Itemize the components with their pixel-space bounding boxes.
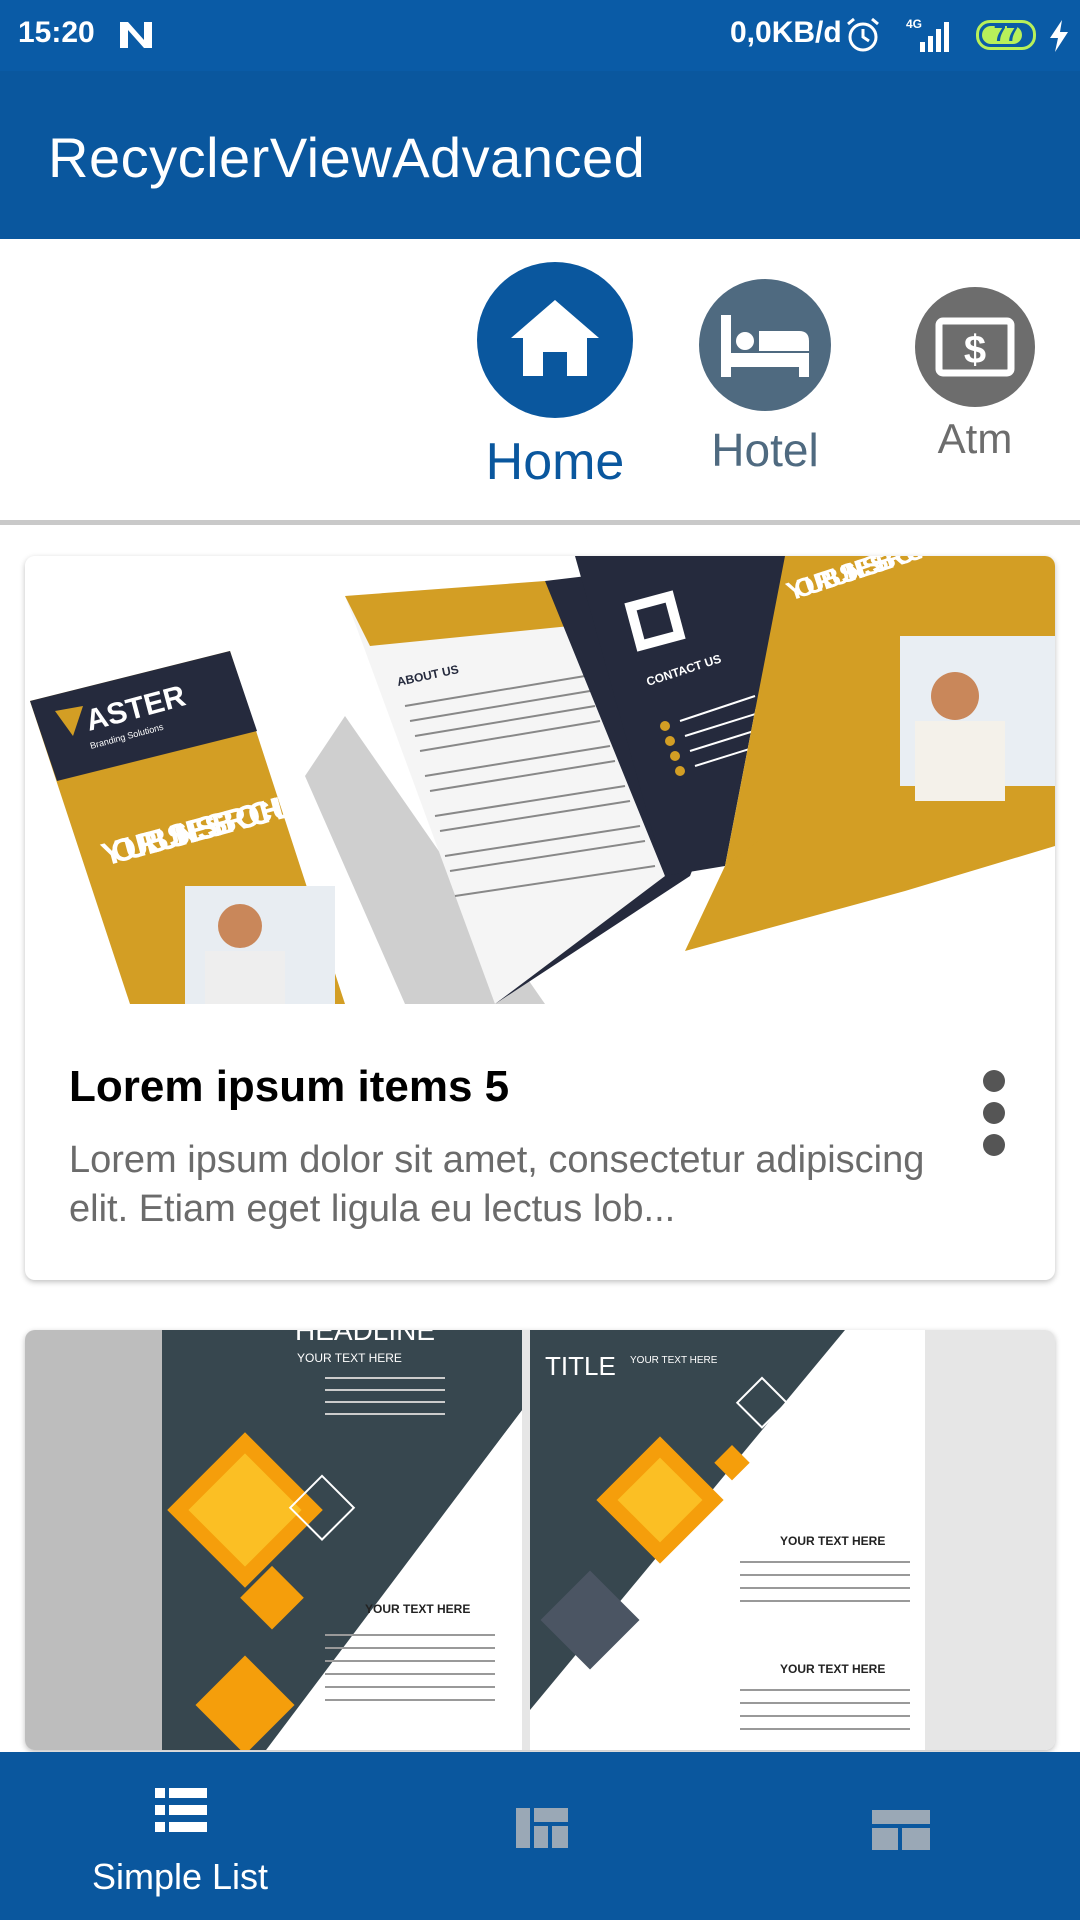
overflow-menu-icon[interactable]	[977, 1070, 1011, 1160]
nav-grid[interactable]	[460, 1752, 620, 1920]
category-home[interactable]: Home	[470, 262, 640, 492]
nav-staggered[interactable]	[820, 1752, 980, 1920]
brochure-section-c: YOUR TEXT HERE	[780, 1662, 885, 1676]
bottom-navigation: Simple List	[0, 1752, 1080, 1920]
headline-brochure-image: HEADLINE YOUR TEXT HERE YOUR TEXT HERE T…	[25, 1330, 1055, 1750]
category-hotel[interactable]: Hotel	[690, 279, 840, 477]
grid-icon	[516, 1808, 568, 1848]
brochure-title-sub: YOUR TEXT HERE	[630, 1355, 718, 1366]
battery-icon: 77	[976, 20, 1036, 50]
list-icon	[155, 1788, 207, 1832]
svg-text:$: $	[964, 328, 986, 372]
app-bar: RecyclerViewAdvanced	[0, 71, 1080, 239]
network-speed: 0,0KB/d	[730, 16, 842, 49]
category-atm-label: Atm	[937, 415, 1013, 462]
dollar-icon: $	[935, 317, 1015, 377]
category-atm[interactable]: $ Atm	[905, 287, 1045, 463]
notification-n-icon	[120, 22, 152, 48]
staggered-icon	[872, 1810, 930, 1850]
home-circle	[477, 262, 633, 418]
list-item[interactable]: ASTER Branding Solutions YOUR BUSINESS B…	[25, 556, 1055, 1280]
list-item[interactable]: HEADLINE YOUR TEXT HERE YOUR TEXT HERE T…	[25, 1330, 1055, 1750]
card-title: Lorem ipsum items 5	[69, 1062, 510, 1111]
nav-simple-list-label: Simple List	[91, 1856, 269, 1897]
category-hotel-label: Hotel	[711, 424, 819, 476]
atm-circle: $	[915, 287, 1035, 407]
battery-level: 77	[993, 21, 1019, 46]
brochure-headline-sub: YOUR TEXT HERE	[297, 1351, 402, 1365]
charging-icon	[1050, 20, 1068, 52]
brochure-headline: HEADLINE	[295, 1330, 435, 1346]
business-brochure-image: ASTER Branding Solutions YOUR BUSINESS B…	[25, 556, 1055, 1004]
app-title: RecyclerViewAdvanced	[48, 126, 646, 189]
nav-simple-list[interactable]: Simple List	[60, 1752, 300, 1920]
brochure-title: TITLE	[545, 1351, 616, 1381]
status-time: 15:20	[18, 16, 95, 49]
category-strip: Home Hotel $ Atm	[0, 239, 1080, 522]
brochure-section-b: YOUR TEXT HERE	[780, 1534, 885, 1548]
hotel-circle	[699, 279, 831, 411]
network-type-label: 4G	[906, 17, 922, 31]
status-bar: 15:20 0,0KB/d 4G 77	[0, 0, 1080, 71]
signal-icon: 4G	[906, 17, 949, 52]
home-icon	[511, 300, 599, 376]
bed-icon	[721, 315, 809, 377]
category-divider	[0, 520, 1080, 525]
card-description: Lorem ipsum dolor sit amet, consectetur …	[69, 1139, 925, 1230]
alarm-icon	[847, 17, 879, 52]
brochure-section-a: YOUR TEXT HERE	[365, 1602, 470, 1616]
category-home-label: Home	[485, 433, 625, 491]
